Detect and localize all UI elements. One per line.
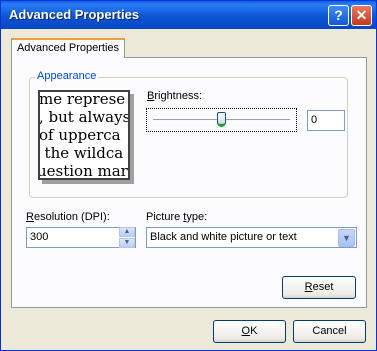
appearance-group: Appearance me represe , but always of up… bbox=[29, 70, 348, 198]
tab-advanced-properties[interactable]: Advanced Properties bbox=[11, 38, 125, 58]
advanced-properties-dialog: Advanced Properties ? ✕ Advanced Propert… bbox=[0, 0, 377, 351]
brightness-input[interactable]: 0 bbox=[307, 110, 345, 131]
brightness-slider[interactable] bbox=[146, 108, 297, 132]
close-button[interactable]: ✕ bbox=[351, 5, 372, 26]
title-bar[interactable]: Advanced Properties ? ✕ bbox=[1, 1, 376, 29]
preview-line: , but always bbox=[39, 108, 130, 126]
picture-type-label: Picture type: bbox=[146, 211, 208, 223]
preview-line: me represe bbox=[39, 90, 126, 108]
slider-thumb[interactable] bbox=[217, 112, 226, 127]
reset-button[interactable]: Reset bbox=[282, 276, 356, 299]
resolution-stepper[interactable]: ▲ ▼ bbox=[119, 227, 135, 248]
preview-line: of upperca bbox=[39, 126, 121, 144]
cancel-button[interactable]: Cancel bbox=[293, 320, 366, 343]
chevron-down-icon[interactable]: ▼ bbox=[338, 229, 355, 247]
spin-up-icon[interactable]: ▲ bbox=[119, 227, 135, 237]
preview-line: , the wildca bbox=[38, 144, 124, 162]
close-icon: ✕ bbox=[355, 7, 368, 23]
tab-panel: Appearance me represe , but always of up… bbox=[11, 57, 367, 308]
help-button[interactable]: ? bbox=[328, 5, 349, 26]
help-icon: ? bbox=[334, 7, 343, 23]
resolution-label: Resolution (DPI): bbox=[26, 211, 110, 223]
tab-label: Advanced Properties bbox=[16, 42, 120, 54]
picture-type-select[interactable]: Black and white picture or text ▼ bbox=[146, 227, 357, 248]
appearance-legend: Appearance bbox=[35, 70, 99, 82]
preview-image: me represe , but always of upperca , the… bbox=[38, 90, 130, 180]
preview-line: uestion mar bbox=[38, 162, 128, 180]
ok-button[interactable]: OK bbox=[213, 320, 286, 343]
spin-down-icon[interactable]: ▼ bbox=[119, 238, 135, 248]
window-title: Advanced Properties bbox=[9, 7, 140, 22]
brightness-label: Brightness: bbox=[147, 90, 203, 102]
